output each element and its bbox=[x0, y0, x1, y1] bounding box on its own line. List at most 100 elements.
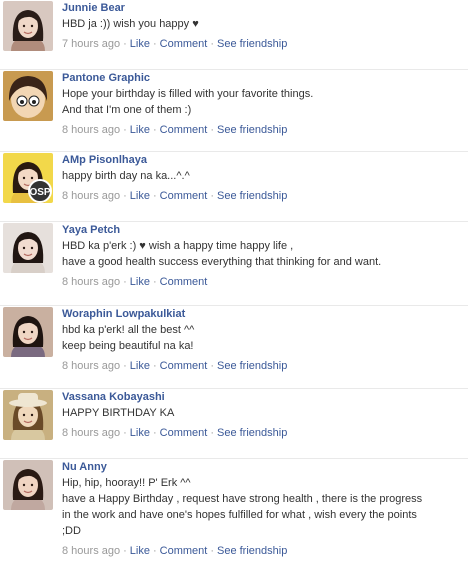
comment-link[interactable]: Comment bbox=[160, 427, 208, 439]
separator-dot: · bbox=[123, 38, 127, 50]
see-friendship-link[interactable]: See friendship bbox=[217, 190, 287, 202]
wall-post: OSP AMp Pisonlhaya happy birth day na ka..… bbox=[0, 152, 468, 222]
comment-link[interactable]: Comment bbox=[160, 38, 208, 50]
like-link[interactable]: Like bbox=[130, 190, 150, 202]
separator-dot: · bbox=[210, 360, 214, 372]
post-meta: 8 hours ago · Like · Comment · See friendship bbox=[62, 122, 464, 138]
post-body: AMp Pisonlhaya happy birth day na ka...^.… bbox=[62, 152, 464, 204]
woman-hat-photo-avatar[interactable] bbox=[3, 390, 53, 440]
post-message-line: HBD ja :)) wish you happy ♥ bbox=[62, 18, 199, 30]
wall-post: Vassana Kobayashi HAPPY BIRTHDAY KA 8 hour… bbox=[0, 389, 468, 459]
post-message-line: have a Happy Birthday , request have str… bbox=[62, 493, 423, 505]
post-message: happy birth day na ka...^.^ bbox=[62, 168, 464, 184]
timestamp: 7 hours ago bbox=[62, 38, 121, 50]
see-friendship-link[interactable]: See friendship bbox=[217, 38, 287, 50]
osp-badge-text: OSP bbox=[29, 187, 50, 198]
separator-dot: · bbox=[123, 545, 127, 557]
separator-dot: · bbox=[152, 38, 157, 50]
timestamp: 8 hours ago bbox=[62, 427, 121, 439]
post-meta: 7 hours ago · Like · Comment · See friendship bbox=[62, 36, 464, 52]
post-meta: 8 hours ago · Like · Comment · See friendship bbox=[62, 543, 464, 559]
post-message: hbd ka p'erk! all the best ^^ keep being … bbox=[62, 322, 464, 354]
post-message-line: hbd ka p'erk! all the best ^^ bbox=[62, 324, 195, 336]
author-name-link[interactable]: Pantone Graphic bbox=[62, 70, 464, 86]
woman-photo-avatar[interactable] bbox=[3, 460, 53, 510]
post-message-line: ;DD bbox=[62, 525, 81, 537]
separator-dot: · bbox=[123, 360, 127, 372]
post-message: HBD ja :)) wish you happy ♥ bbox=[62, 16, 464, 32]
post-message: HAPPY BIRTHDAY KA bbox=[62, 405, 464, 421]
author-name-link[interactable]: Junnie Bear bbox=[62, 0, 464, 16]
like-link[interactable]: Like bbox=[130, 276, 150, 288]
post-body: Woraphin Lowpakulkiat hbd ka p'erk! all t… bbox=[62, 306, 464, 374]
post-meta: 8 hours ago · Like · Comment bbox=[62, 274, 464, 290]
wall-post: Nu Anny Hip, hip, hooray!! P' Erk ^^ have … bbox=[0, 459, 468, 561]
comment-link[interactable]: Comment bbox=[160, 276, 208, 288]
see-friendship-link[interactable]: See friendship bbox=[217, 427, 287, 439]
comment-link[interactable]: Comment bbox=[160, 360, 208, 372]
author-name-link[interactable]: Woraphin Lowpakulkiat bbox=[62, 306, 464, 322]
post-message-line: Hip, hip, hooray!! P' Erk ^^ bbox=[62, 477, 191, 489]
separator-dot: · bbox=[210, 427, 214, 439]
author-name-link[interactable]: Vassana Kobayashi bbox=[62, 389, 464, 405]
post-meta: 8 hours ago · Like · Comment · See friendship bbox=[62, 425, 464, 441]
comment-link[interactable]: Comment bbox=[160, 124, 208, 136]
separator-dot: · bbox=[123, 124, 127, 136]
like-link[interactable]: Like bbox=[130, 360, 150, 372]
timestamp: 8 hours ago bbox=[62, 190, 121, 202]
see-friendship-link[interactable]: See friendship bbox=[217, 545, 287, 557]
separator-dot: · bbox=[152, 276, 157, 288]
separator-dot: · bbox=[152, 124, 157, 136]
comment-link[interactable]: Comment bbox=[160, 545, 208, 557]
author-name-link[interactable]: Yaya Petch bbox=[62, 222, 464, 238]
separator-dot: · bbox=[152, 190, 157, 202]
separator-dot: · bbox=[152, 545, 157, 557]
like-link[interactable]: Like bbox=[130, 124, 150, 136]
separator-dot: · bbox=[210, 124, 214, 136]
post-meta: 8 hours ago · Like · Comment · See friendship bbox=[62, 188, 464, 204]
osp-badge-avatar[interactable]: OSP bbox=[3, 153, 53, 203]
wall-post-feed: Junnie Bear HBD ja :)) wish you happy ♥ 7 … bbox=[0, 0, 468, 561]
separator-dot: · bbox=[152, 427, 157, 439]
wall-post: Yaya Petch HBD ka p'erk :) ♥ wish a happy… bbox=[0, 222, 468, 306]
post-message-line: happy birth day na ka...^.^ bbox=[62, 170, 190, 182]
post-message-line: HAPPY BIRTHDAY KA bbox=[62, 407, 175, 419]
woman-photo-avatar[interactable] bbox=[3, 307, 53, 357]
post-body: Yaya Petch HBD ka p'erk :) ♥ wish a happy… bbox=[62, 222, 464, 290]
see-friendship-link[interactable]: See friendship bbox=[217, 360, 287, 372]
wall-post: Pantone Graphic Hope your birthday is fil… bbox=[0, 70, 468, 152]
post-message-line: in the work and have one's hopes fulfill… bbox=[62, 509, 417, 521]
post-body: Vassana Kobayashi HAPPY BIRTHDAY KA 8 hour… bbox=[62, 389, 464, 441]
timestamp: 8 hours ago bbox=[62, 124, 121, 136]
post-message-line: Hope your birthday is filled with your f… bbox=[62, 88, 314, 100]
separator-dot: · bbox=[123, 190, 127, 202]
woman-photo-avatar[interactable] bbox=[3, 1, 53, 51]
like-link[interactable]: Like bbox=[130, 427, 150, 439]
separator-dot: · bbox=[210, 38, 214, 50]
separator-dot: · bbox=[123, 276, 127, 288]
timestamp: 8 hours ago bbox=[62, 545, 121, 557]
wall-post: Woraphin Lowpakulkiat hbd ka p'erk! all t… bbox=[0, 306, 468, 389]
post-body: Junnie Bear HBD ja :)) wish you happy ♥ 7 … bbox=[62, 0, 464, 52]
wall-post: Junnie Bear HBD ja :)) wish you happy ♥ 7 … bbox=[0, 0, 468, 70]
author-name-link[interactable]: AMp Pisonlhaya bbox=[62, 152, 464, 168]
woman-photo-avatar[interactable] bbox=[3, 223, 53, 273]
post-message-line: And that I'm one of them :) bbox=[62, 104, 192, 116]
separator-dot: · bbox=[210, 190, 214, 202]
author-name-link[interactable]: Nu Anny bbox=[62, 459, 464, 475]
post-meta: 8 hours ago · Like · Comment · See friendship bbox=[62, 358, 464, 374]
timestamp: 8 hours ago bbox=[62, 276, 121, 288]
separator-dot: · bbox=[210, 545, 214, 557]
post-message: Hip, hip, hooray!! P' Erk ^^ have a Happy… bbox=[62, 475, 464, 539]
post-body: Nu Anny Hip, hip, hooray!! P' Erk ^^ have … bbox=[62, 459, 464, 559]
separator-dot: · bbox=[152, 360, 157, 372]
comment-link[interactable]: Comment bbox=[160, 190, 208, 202]
post-body: Pantone Graphic Hope your birthday is fil… bbox=[62, 70, 464, 138]
see-friendship-link[interactable]: See friendship bbox=[217, 124, 287, 136]
like-link[interactable]: Like bbox=[130, 545, 150, 557]
like-link[interactable]: Like bbox=[130, 38, 150, 50]
cartoon-avatar[interactable] bbox=[3, 71, 53, 121]
post-message: Hope your birthday is filled with your f… bbox=[62, 86, 464, 118]
post-message-line: have a good health success everything th… bbox=[62, 256, 382, 268]
separator-dot: · bbox=[123, 427, 127, 439]
